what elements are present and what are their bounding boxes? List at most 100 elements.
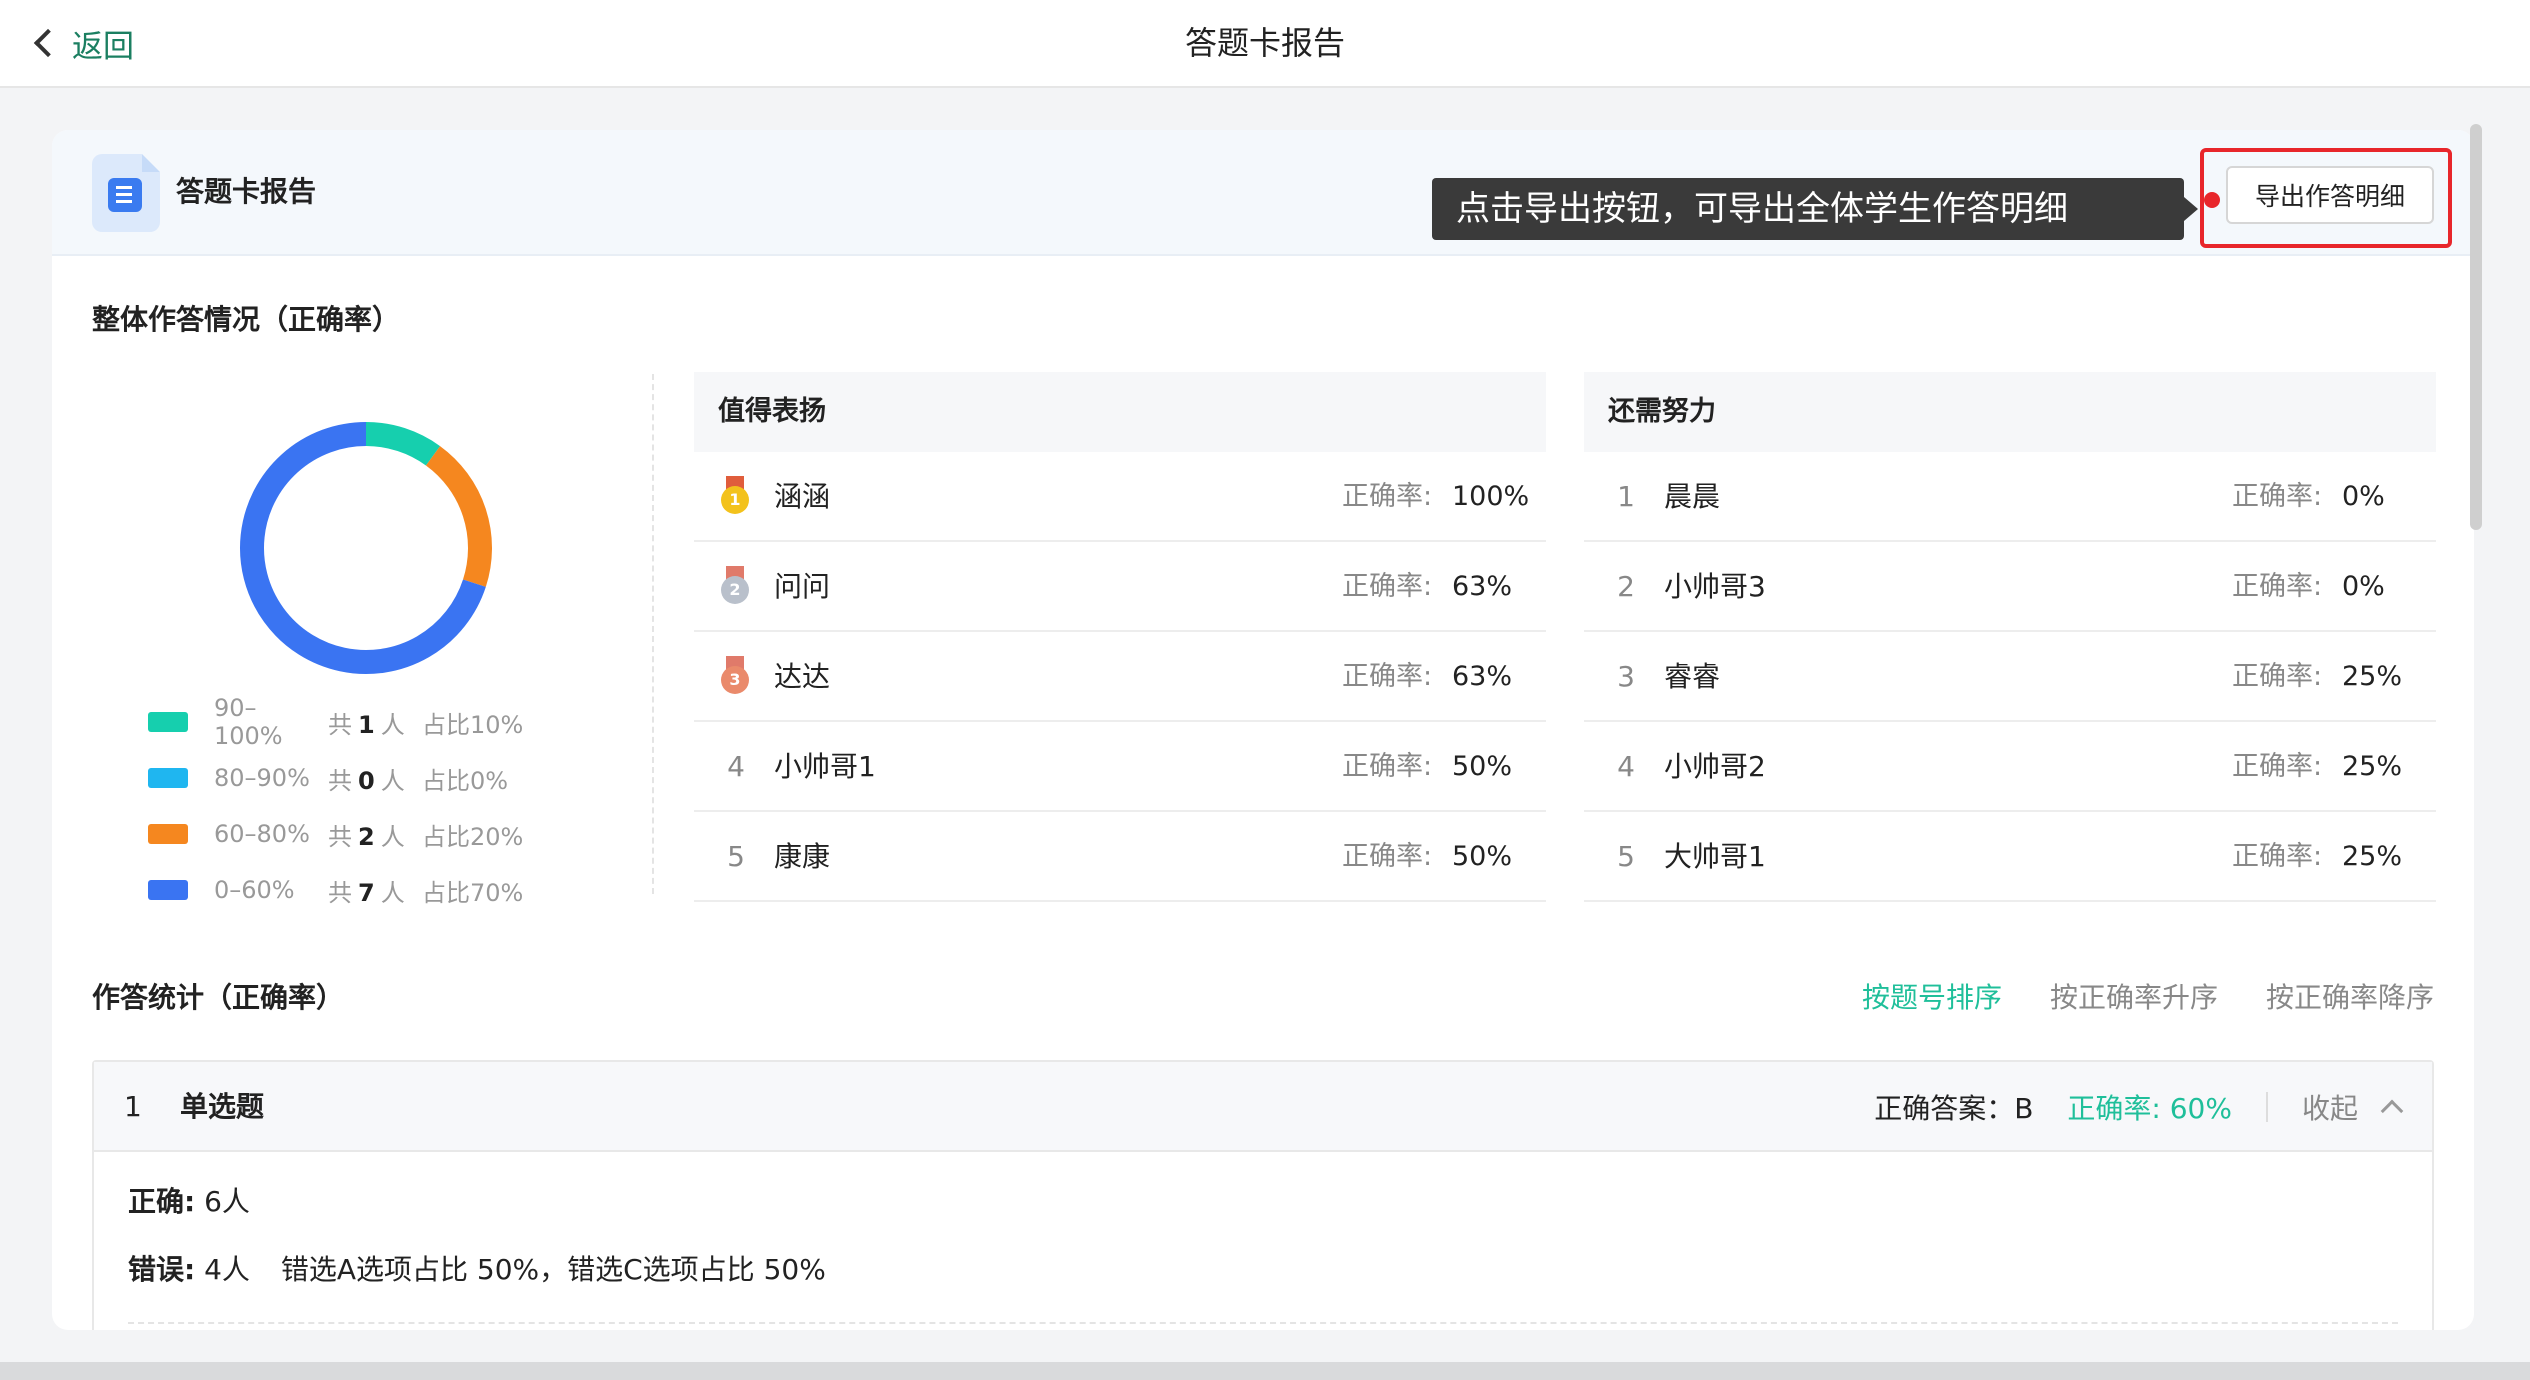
- student-name: 大帅哥1: [1664, 840, 1766, 873]
- rank-number: 3: [1617, 660, 1635, 693]
- question-number: 1: [124, 1090, 142, 1123]
- accuracy-label: 正确率:: [1342, 571, 1433, 602]
- rank-row: 3 达达 正确率: 63%: [694, 632, 1546, 722]
- wrong-detail: 错选A选项占比 50%，错选C选项占比 50%: [280, 1253, 826, 1286]
- donut-legend: 90–100% 共 1 人占比10% 80–90% 共 0 人占比0% 60–80% 共 2 人占比2…: [148, 694, 523, 918]
- legend-percent: 占比70%: [422, 878, 524, 907]
- correct-count: 6人: [204, 1185, 250, 1218]
- accuracy-value: 100%: [1452, 481, 1530, 512]
- accuracy-label: 正确率:: [2232, 481, 2323, 512]
- accuracy-label: 正确率:: [1342, 751, 1433, 782]
- accuracy-value: 0%: [2342, 571, 2385, 602]
- rank-number: 5: [1617, 840, 1635, 873]
- accuracy-value: 0%: [2342, 481, 2385, 512]
- wrong-line: 错误: 4人 错选A选项占比 50%，错选C选项占比 50%: [128, 1248, 826, 1288]
- rank-row: 5 康康 正确率: 50%: [694, 812, 1546, 902]
- rank-number: 1: [1617, 480, 1635, 513]
- accuracy-value: 25%: [2342, 751, 2403, 782]
- legend-percent: 占比0%: [422, 766, 509, 795]
- scrollbar-thumb[interactable]: [2470, 124, 2482, 530]
- legend-swatch: [148, 768, 188, 788]
- export-tooltip: 点击导出按钮，可导出全体学生作答明细: [1432, 178, 2198, 240]
- bronze-medal-icon: 3: [718, 656, 752, 700]
- student-name: 康康: [774, 840, 831, 873]
- sort-by-accuracy-asc[interactable]: 按正确率升序: [2050, 976, 2218, 1016]
- accuracy-label: 正确率:: [2232, 661, 2323, 692]
- accuracy-label: 正确率:: [1342, 661, 1433, 692]
- legend-item: 0–60% 共 7 人占比70%: [148, 862, 523, 918]
- student-name: 达达: [774, 660, 831, 693]
- chevron-up-icon: [2380, 1099, 2404, 1123]
- question-card: 1 单选题 正确答案：B 正确率: 60% 收起 正确: 6人 错误: 4人 错…: [92, 1060, 2434, 1330]
- improve-panel: 还需努力 1 晨晨 正确率: 0% 2 小帅哥3 正确率: 0% 3 睿睿 正确率: 25% 4 小帅哥2…: [1584, 372, 2436, 902]
- accuracy-donut-chart: [240, 422, 492, 674]
- legend-swatch: [148, 880, 188, 900]
- legend-range: 0–60%: [214, 876, 295, 904]
- accuracy-value: 50%: [1452, 841, 1513, 872]
- sort-options: 按题号排序 按正确率升序 按正确率降序: [1862, 976, 2434, 1016]
- correct-line: 正确: 6人: [128, 1180, 250, 1220]
- question-header: 1 单选题 正确答案：B 正确率: 60% 收起: [94, 1062, 2432, 1152]
- report-card: 答题卡报告 点击导出按钮，可导出全体学生作答明细 导出作答明细 整体作答情况（正…: [52, 130, 2474, 1330]
- legend-percent: 占比10%: [422, 710, 524, 739]
- rank-row: 2 问问 正确率: 63%: [694, 542, 1546, 632]
- legend-percent: 占比20%: [422, 822, 524, 851]
- rank-number: 2: [1617, 570, 1635, 603]
- rank-number: 4: [1617, 750, 1635, 783]
- legend-swatch: [148, 824, 188, 844]
- legend-item: 80–90% 共 0 人占比0%: [148, 750, 523, 806]
- student-name: 小帅哥3: [1664, 570, 1766, 603]
- accuracy-value: 50%: [1452, 751, 1513, 782]
- accuracy-value: 25%: [2342, 841, 2403, 872]
- export-button[interactable]: 导出作答明细: [2226, 166, 2434, 224]
- accuracy-label: 正确率:: [1342, 481, 1433, 512]
- dashed-divider: [128, 1322, 2398, 1324]
- legend-range: 90–100%: [214, 694, 283, 750]
- accuracy-label: 正确率:: [2232, 751, 2323, 782]
- correct-answer: 正确答案：B: [1874, 1092, 2034, 1125]
- legend-item: 60–80% 共 2 人占比20%: [148, 806, 523, 862]
- legend-count: 共0人: [328, 766, 405, 795]
- card-header: 答题卡报告 点击导出按钮，可导出全体学生作答明细 导出作答明细: [52, 130, 2474, 256]
- overall-section-title: 整体作答情况（正确率）: [92, 303, 401, 336]
- stats-section-title: 作答统计（正确率）: [92, 981, 345, 1014]
- donut-slice-90-100%: [365, 422, 441, 466]
- divider: [2265, 1092, 2268, 1122]
- rank-row: 4 小帅哥2 正确率: 25%: [1584, 722, 2436, 812]
- accuracy-label: 正确率:: [2232, 841, 2323, 872]
- legend-count: 共7人: [328, 878, 405, 907]
- question-type: 单选题: [180, 1090, 265, 1123]
- card-title: 答题卡报告: [176, 175, 317, 208]
- legend-count: 共2人: [328, 822, 405, 851]
- silver-medal-icon: 2: [718, 566, 752, 610]
- student-name: 晨晨: [1664, 480, 1721, 513]
- correct-label: 正确:: [128, 1185, 196, 1218]
- praise-title: 值得表扬: [694, 372, 1546, 452]
- student-name: 小帅哥2: [1664, 750, 1766, 783]
- legend-item: 90–100% 共 1 人占比10%: [148, 694, 523, 750]
- student-name: 涵涵: [774, 480, 831, 513]
- rank-number: 5: [727, 840, 745, 873]
- vertical-divider: [652, 374, 654, 894]
- accuracy-value: 25%: [2342, 661, 2403, 692]
- page-title: 答题卡报告: [1184, 24, 1345, 62]
- accuracy-label: 正确率:: [2232, 571, 2323, 602]
- document-icon: [92, 154, 160, 232]
- legend-range: 60–80%: [214, 820, 310, 848]
- gold-medal-icon: 1: [718, 476, 752, 520]
- accuracy-label: 正确率:: [1342, 841, 1433, 872]
- legend-count: 共1人: [328, 710, 405, 739]
- student-name: 睿睿: [1664, 660, 1721, 693]
- rank-row: 4 小帅哥1 正确率: 50%: [694, 722, 1546, 812]
- top-nav-bar: 返回 答题卡报告: [0, 0, 2530, 88]
- rank-row: 1 涵涵 正确率: 100%: [694, 452, 1546, 542]
- sort-by-accuracy-desc[interactable]: 按正确率降序: [2266, 976, 2434, 1016]
- collapse-button[interactable]: 收起: [2301, 1087, 2404, 1127]
- praise-panel: 值得表扬 1 涵涵 正确率: 100% 2 问问 正确率: 63% 3 达达 正确率: 63% 4 小帅哥…: [694, 372, 1546, 902]
- collapse-label: 收起: [2301, 1092, 2358, 1125]
- rank-row: 1 晨晨 正确率: 0%: [1584, 452, 2436, 542]
- rank-row: 3 睿睿 正确率: 25%: [1584, 632, 2436, 722]
- accuracy-value: 63%: [1452, 661, 1513, 692]
- rank-number: 4: [727, 750, 745, 783]
- sort-by-number[interactable]: 按题号排序: [1862, 976, 2002, 1016]
